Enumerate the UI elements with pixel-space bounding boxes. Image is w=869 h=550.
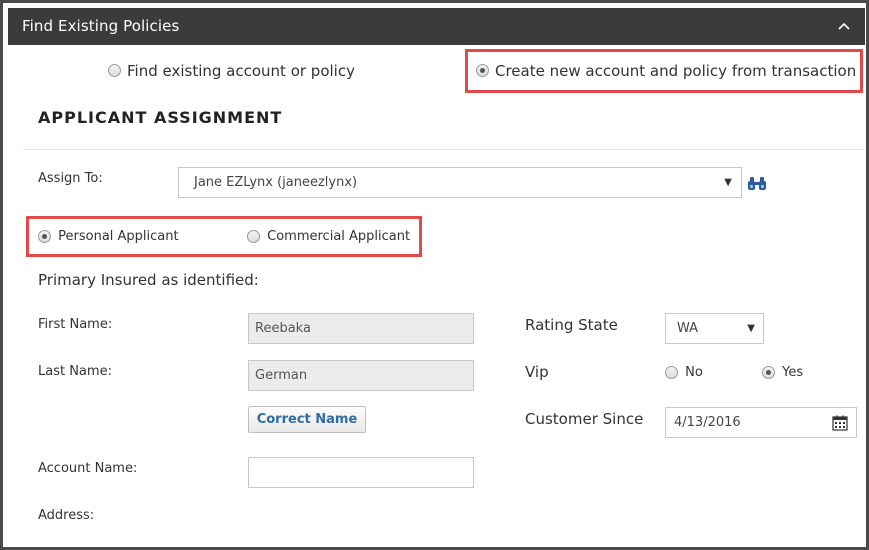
correct-name-button[interactable]: Correct Name xyxy=(248,406,366,433)
vip-label: Vip xyxy=(525,363,549,381)
vip-yes-option[interactable]: Yes xyxy=(762,365,803,380)
rating-state-select[interactable]: WA ▼ xyxy=(665,313,764,344)
last-name-field[interactable]: German xyxy=(248,360,474,391)
vip-no-radio[interactable] xyxy=(665,366,678,379)
assign-to-select[interactable]: Jane EZLynx (janeezlynx) ▼ xyxy=(178,167,742,198)
vip-yes-radio[interactable] xyxy=(762,366,775,379)
dropdown-arrow-icon: ▼ xyxy=(747,323,755,334)
commercial-applicant-option[interactable]: Commercial Applicant xyxy=(247,229,410,244)
customer-since-value: 4/13/2016 xyxy=(674,415,741,430)
customer-since-label: Customer Since xyxy=(525,410,644,428)
customer-since-input[interactable]: 4/13/2016 xyxy=(665,407,857,438)
panel-header[interactable]: Find Existing Policies xyxy=(8,8,865,45)
chevron-up-icon[interactable] xyxy=(837,20,851,32)
account-name-label: Account Name: xyxy=(38,461,138,476)
personal-applicant-radio[interactable] xyxy=(38,230,51,243)
vip-no-label: No xyxy=(685,365,703,380)
assign-to-label: Assign To: xyxy=(38,171,103,186)
primary-insured-heading: Primary Insured as identified: xyxy=(38,271,259,289)
find-existing-option[interactable]: Find existing account or policy xyxy=(108,61,355,80)
panel-title: Find Existing Policies xyxy=(22,17,180,35)
section-title: APPLICANT ASSIGNMENT xyxy=(38,108,283,127)
personal-applicant-label: Personal Applicant xyxy=(58,229,179,244)
binoculars-icon[interactable] xyxy=(747,176,767,192)
last-name-value: German xyxy=(255,368,308,383)
dropdown-arrow-icon: ▼ xyxy=(724,177,732,188)
account-name-input[interactable] xyxy=(248,457,474,488)
personal-applicant-option[interactable]: Personal Applicant xyxy=(38,229,179,244)
vip-yes-label: Yes xyxy=(782,365,804,380)
section-divider xyxy=(23,149,865,150)
find-existing-radio[interactable] xyxy=(108,64,121,77)
find-existing-label: Find existing account or policy xyxy=(127,61,355,80)
create-new-label: Create new account and policy from trans… xyxy=(495,61,857,80)
vip-no-option[interactable]: No xyxy=(665,365,703,380)
find-existing-policies-panel: Find Existing Policies Find existing acc… xyxy=(0,0,869,550)
first-name-value: Reebaka xyxy=(255,321,311,336)
first-name-field[interactable]: Reebaka xyxy=(248,313,474,344)
commercial-applicant-radio[interactable] xyxy=(247,230,260,243)
calendar-icon[interactable] xyxy=(832,415,848,431)
rating-state-label: Rating State xyxy=(525,316,618,334)
commercial-applicant-label: Commercial Applicant xyxy=(267,229,411,244)
assign-to-value: Jane EZLynx (janeezlynx) xyxy=(194,175,358,190)
create-new-radio[interactable] xyxy=(476,64,489,77)
address-label: Address: xyxy=(38,508,95,523)
last-name-label: Last Name: xyxy=(38,364,112,379)
create-new-option[interactable]: Create new account and policy from trans… xyxy=(476,61,856,80)
first-name-label: First Name: xyxy=(38,317,113,332)
rating-state-value: WA xyxy=(677,321,699,336)
